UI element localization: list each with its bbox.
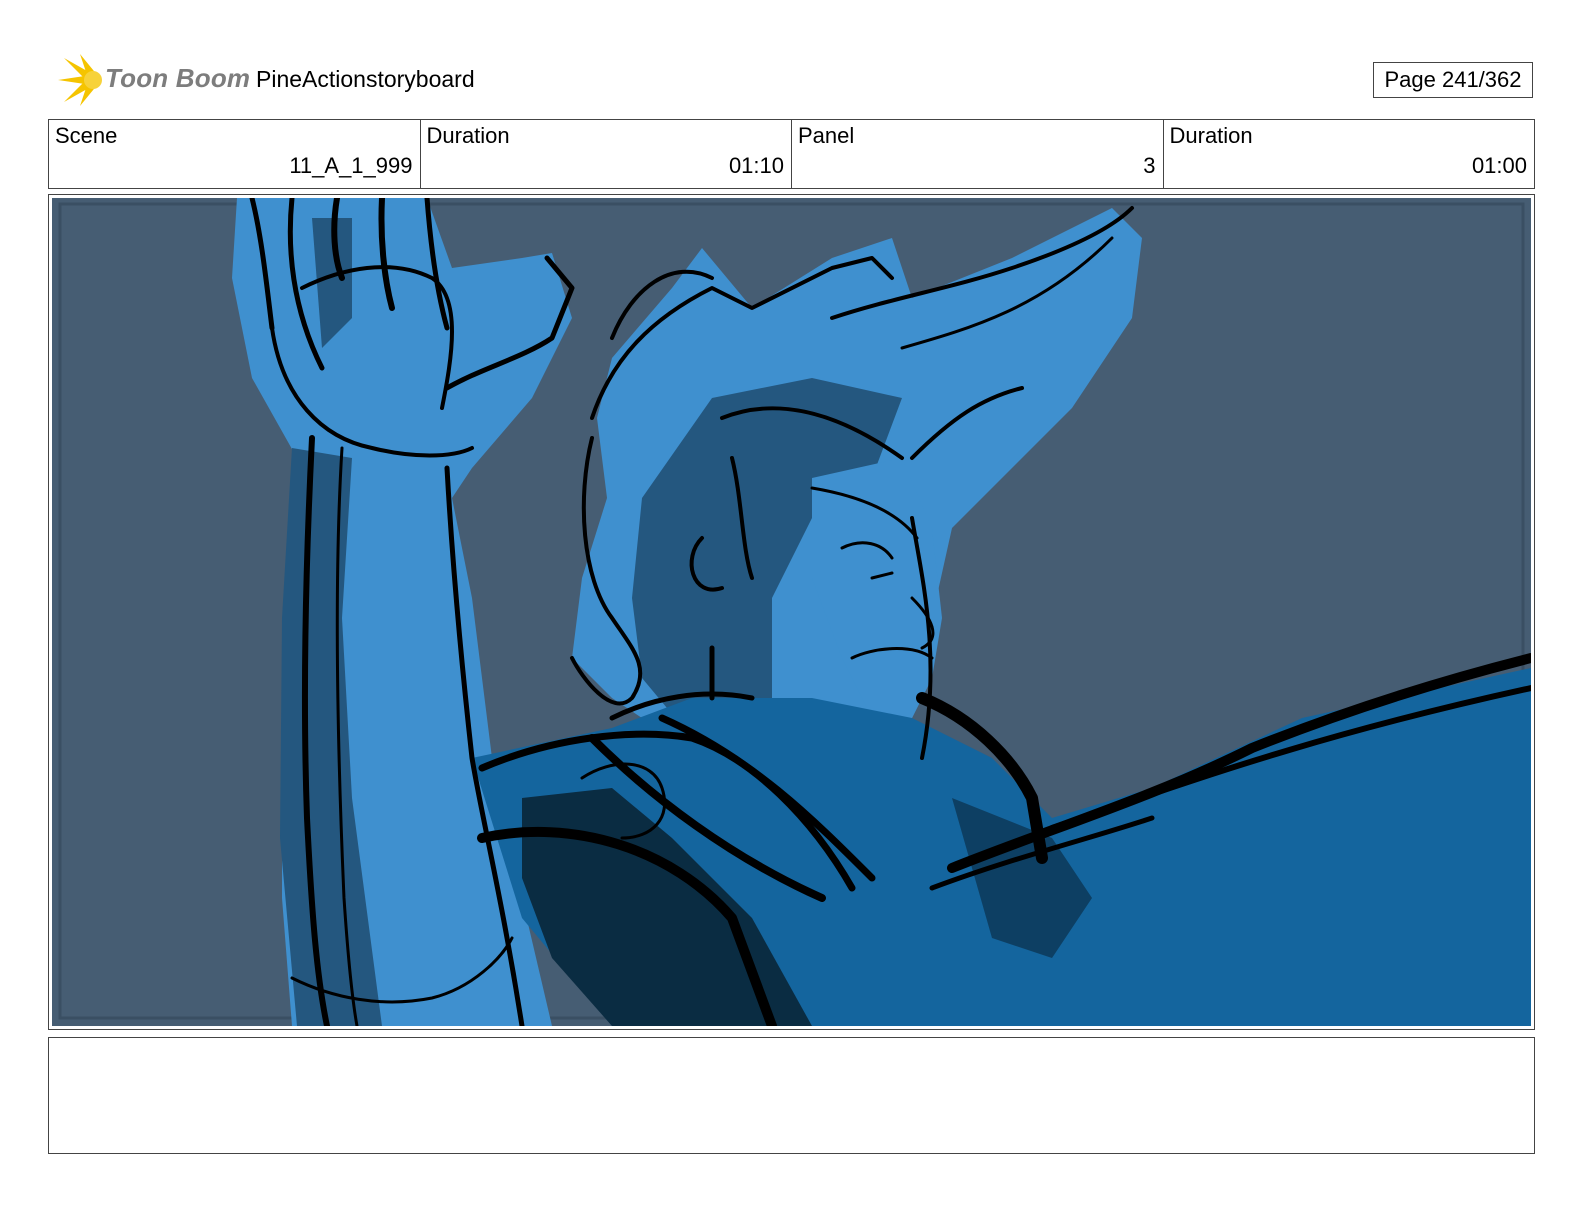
scene-duration-value: 01:10 [728, 153, 784, 178]
panel-duration-value: 01:00 [1471, 153, 1527, 178]
panel-value: 3 [1143, 153, 1156, 178]
scene-value: 11_A_1_999 [289, 153, 413, 178]
panel-duration-cell: Duration 01:00 [1164, 120, 1535, 188]
panel-label: Panel [798, 123, 855, 148]
storyboard-panel [48, 194, 1535, 1030]
panel-cell: Panel 3 [792, 120, 1164, 188]
logo-text: Toon Boom [105, 63, 251, 93]
scene-info-table: Scene 11_A_1_999 Duration 01:10 Panel 3 … [48, 119, 1535, 189]
scene-duration-cell: Duration 01:10 [421, 120, 792, 188]
project-title: PineActionstoryboard [256, 66, 475, 92]
storyboard-sketch-image [52, 198, 1531, 1026]
starburst-icon [58, 54, 102, 106]
scene-duration-label: Duration [426, 123, 510, 148]
caption-box [48, 1037, 1535, 1154]
toon-boom-logo: Toon Boom [50, 52, 250, 108]
page-indicator: Page 241/362 [1373, 62, 1533, 98]
scene-cell: Scene 11_A_1_999 [49, 120, 421, 188]
scene-label: Scene [55, 123, 118, 148]
panel-duration-label: Duration [1169, 123, 1253, 148]
